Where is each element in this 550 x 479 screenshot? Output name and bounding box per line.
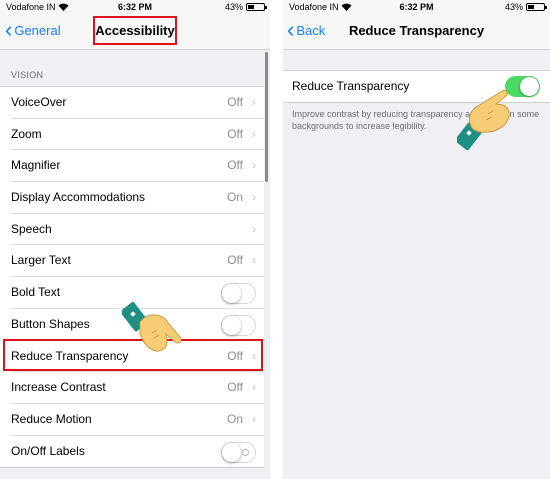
chevron-right-icon: › — [252, 221, 256, 236]
battery-percentage: 43% — [504, 2, 523, 12]
row-value: On — [226, 411, 243, 426]
status-bar: Vodafone IN 6:32 PM 43% — [0, 0, 270, 14]
chevron-right-icon: › — [252, 253, 256, 268]
row-increase-contrast[interactable]: Increase Contrast Off › — [0, 372, 264, 404]
row-value: Off — [227, 158, 243, 173]
switch-knob — [222, 315, 241, 335]
on-off-labels-switch[interactable] — [221, 441, 256, 463]
switch-knob — [520, 77, 539, 96]
row-value: Off — [227, 380, 243, 395]
chevron-right-icon: › — [252, 411, 256, 426]
section-header-vision: VISION — [11, 70, 44, 80]
row-on-off-labels: On/Off Labels — [0, 436, 264, 468]
battery-icon — [246, 3, 267, 11]
chevron-right-icon: › — [252, 158, 256, 173]
row-label: VoiceOver — [11, 95, 67, 109]
status-bar: Vodafone IN 6:32 PM 43% — [283, 0, 550, 14]
row-label: Increase Contrast — [11, 380, 106, 395]
chevron-right-icon: › — [252, 190, 256, 205]
row-magnifier[interactable]: Magnifier Off › — [0, 150, 264, 182]
row-zoom[interactable]: Zoom Off › — [0, 119, 264, 151]
row-label: Reduce Motion — [11, 411, 92, 426]
row-label: Button Shapes — [11, 316, 90, 331]
row-larger-text[interactable]: Larger Text Off › — [0, 245, 264, 277]
pointing-hand-icon — [457, 90, 510, 150]
navigation-bar: ‹ Back Reduce Transparency — [283, 14, 550, 50]
row-reduce-motion[interactable]: Reduce Motion On › — [0, 404, 264, 436]
row-label: Bold Text — [11, 285, 61, 300]
row-label: Display Accommodations — [11, 190, 146, 205]
bold-text-switch[interactable] — [221, 283, 256, 305]
row-label: Speech — [11, 221, 52, 236]
row-value: On — [226, 190, 243, 205]
row-label: On/Off Labels — [11, 443, 85, 458]
chevron-right-icon: › — [252, 380, 256, 395]
row-value: Off — [227, 95, 243, 109]
accessibility-screen: Vodafone IN 6:32 PM 43% ‹ General Accessi… — [0, 0, 270, 479]
row-speech[interactable]: Speech › — [0, 214, 264, 246]
switch-knob — [222, 284, 241, 304]
page-title: Reduce Transparency — [348, 23, 485, 38]
chevron-right-icon: › — [252, 126, 256, 141]
row-value: Off — [227, 126, 243, 141]
row-voiceover[interactable]: VoiceOver Off › — [0, 87, 264, 119]
switch-knob — [222, 442, 241, 462]
chevron-right-icon: › — [252, 95, 256, 109]
scrollbar[interactable] — [265, 52, 268, 182]
reduce-transparency-screen: Vodafone IN 6:32 PM 43% ‹ Back Reduce Tra… — [283, 0, 550, 479]
button-shapes-switch[interactable] — [221, 314, 256, 336]
vision-settings-list: VoiceOver Off › Zoom Off › Magnifier Off… — [0, 86, 264, 469]
row-label: Zoom — [11, 126, 42, 141]
pointing-hand-icon — [122, 302, 182, 352]
row-label: Magnifier — [11, 158, 61, 173]
row-label: Larger Text — [11, 253, 71, 268]
row-value: Off — [227, 253, 243, 268]
title-highlight-box — [93, 16, 177, 45]
row-display-accommodations[interactable]: Display Accommodations On › — [0, 182, 264, 214]
setting-label: Reduce Transparency — [292, 79, 410, 93]
battery-percentage: 43% — [224, 2, 243, 12]
off-label-circle-icon — [242, 448, 249, 456]
battery-icon — [526, 3, 547, 11]
